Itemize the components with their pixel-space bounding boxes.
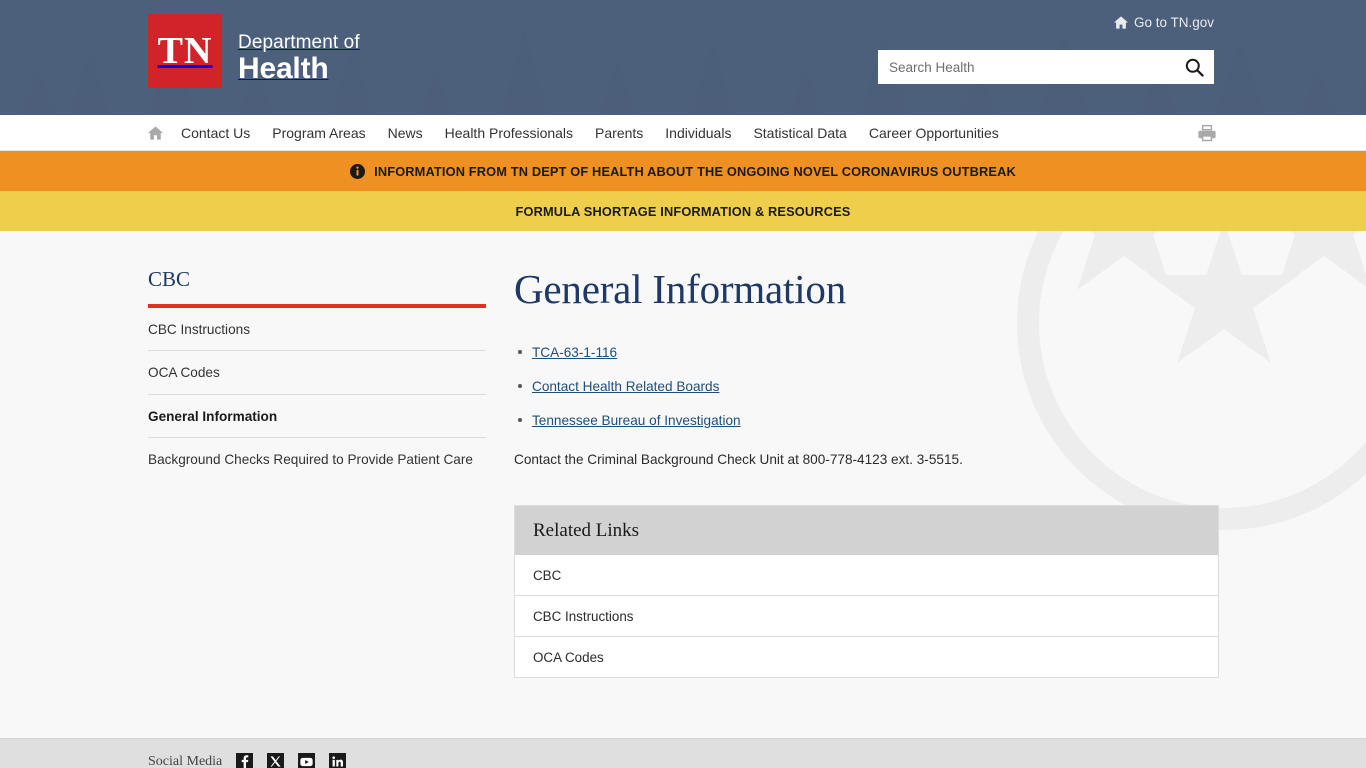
home-icon (1113, 16, 1128, 29)
department-line-2: Health (238, 51, 329, 85)
list-item[interactable]: CBC (515, 555, 1218, 595)
link-contact-health-related-boards[interactable]: Contact Health Related Boards (532, 379, 719, 394)
alert-banner-formula-shortage-link[interactable]: FORMULA SHORTAGE INFORMATION & RESOURCES (516, 204, 851, 219)
sidebar-link-oca-codes[interactable]: OCA Codes (148, 351, 486, 393)
nav-item-career-opportunities[interactable]: Career Opportunities (869, 115, 999, 151)
sidebar-item-general-information[interactable]: General Information (148, 395, 486, 438)
nav-item-statistical-data[interactable]: Statistical Data (753, 115, 846, 151)
sidebar-item-cbc-instructions[interactable]: CBC Instructions (148, 308, 486, 352)
list-item[interactable]: OCA Codes (515, 635, 1218, 677)
go-to-tngov-link[interactable]: Go to TN.gov (1113, 15, 1214, 30)
social-media-label: Social Media (148, 753, 223, 768)
print-page-button[interactable] (1198, 124, 1216, 142)
alert-banner-coronavirus[interactable]: INFORMATION FROM TN DEPT OF HEALTH ABOUT… (0, 151, 1366, 191)
linkedin-icon[interactable] (329, 753, 347, 768)
site-header: TN Department of Health Go to TN.gov (0, 0, 1366, 115)
page-body: CBC CBC Instructions OCA Codes General I… (0, 231, 1366, 736)
sidebar-title: CBC (148, 267, 191, 291)
tn-state-mark: TN (148, 14, 222, 88)
tn-logo-text: TN (157, 30, 213, 72)
resource-link-list: TCA-63-1-116 Contact Health Related Boar… (514, 345, 1219, 428)
department-line-1: Department of (238, 31, 360, 53)
link-tca-63-1-116[interactable]: TCA-63-1-116 (532, 345, 617, 360)
search-button[interactable] (1175, 51, 1213, 83)
nav-item-individuals[interactable]: Individuals (665, 115, 731, 151)
nav-item-contact-us[interactable]: Contact Us (181, 115, 250, 151)
alert-banner-coronavirus-link[interactable]: INFORMATION FROM TN DEPT OF HEALTH ABOUT… (350, 163, 1016, 179)
info-circle-icon (350, 163, 366, 179)
site-logo[interactable]: TN Department of Health (148, 14, 360, 88)
printer-icon (1198, 124, 1216, 142)
sidebar-link-cbc-instructions[interactable]: CBC Instructions (148, 308, 486, 350)
department-title: Department of Health (238, 31, 360, 88)
list-item: TCA-63-1-116 (518, 345, 1219, 360)
sidebar-link-background-checks[interactable]: Background Checks Required to Provide Pa… (148, 438, 486, 480)
contact-text: Contact the Criminal Background Check Un… (514, 452, 963, 468)
list-item: Contact Health Related Boards (518, 379, 1219, 394)
nav-home-link[interactable] (148, 126, 163, 140)
social-media-links (236, 753, 347, 768)
related-link-cbc-instructions[interactable]: CBC Instructions (515, 596, 1218, 636)
nav-item-program-areas[interactable]: Program Areas (272, 115, 365, 151)
related-links-list: CBC CBC Instructions OCA Codes (515, 555, 1218, 677)
sidebar-nav-list: CBC Instructions OCA Codes General Infor… (148, 308, 486, 480)
related-links-card: Related Links CBC CBC Instructions OCA C… (514, 504, 1219, 678)
nav-item-news[interactable]: News (388, 115, 423, 151)
alert-banner-formula-shortage[interactable]: FORMULA SHORTAGE INFORMATION & RESOURCES (0, 191, 1366, 231)
related-link-cbc[interactable]: CBC (515, 555, 1218, 595)
go-to-tngov-label: Go to TN.gov (1133, 15, 1214, 30)
sidebar-item-oca-codes[interactable]: OCA Codes (148, 351, 486, 395)
search-input[interactable] (879, 51, 1175, 83)
nav-item-parents[interactable]: Parents (595, 115, 643, 151)
sidebar-link-general-information[interactable]: General Information (148, 395, 486, 437)
list-item[interactable]: CBC Instructions (515, 594, 1218, 636)
site-footer: Social Media (0, 738, 1366, 768)
main-navigation: Contact Us Program Areas News Health Pro… (0, 115, 1366, 151)
sidebar-item-background-checks[interactable]: Background Checks Required to Provide Pa… (148, 438, 486, 480)
search-icon (1185, 58, 1204, 77)
twitter-x-icon[interactable] (267, 753, 285, 768)
alert-banner-coronavirus-text: INFORMATION FROM TN DEPT OF HEALTH ABOUT… (374, 163, 1016, 179)
related-link-oca-codes[interactable]: OCA Codes (515, 637, 1218, 677)
search-box[interactable] (878, 50, 1214, 84)
facebook-icon[interactable] (236, 753, 254, 768)
list-item: Tennessee Bureau of Investigation (518, 413, 1219, 428)
youtube-icon[interactable] (298, 753, 316, 768)
page-title: General Information (514, 266, 847, 312)
related-links-header: Related Links (515, 505, 1218, 555)
related-links-heading: Related Links (533, 519, 640, 541)
sidebar: CBC CBC Instructions OCA Codes General I… (148, 267, 486, 678)
link-tennessee-bureau-of-investigation[interactable]: Tennessee Bureau of Investigation (532, 413, 741, 428)
home-icon (148, 126, 163, 140)
nav-item-health-professionals[interactable]: Health Professionals (445, 115, 573, 151)
main-content: General Information TCA-63-1-116 Contact… (486, 267, 1219, 678)
